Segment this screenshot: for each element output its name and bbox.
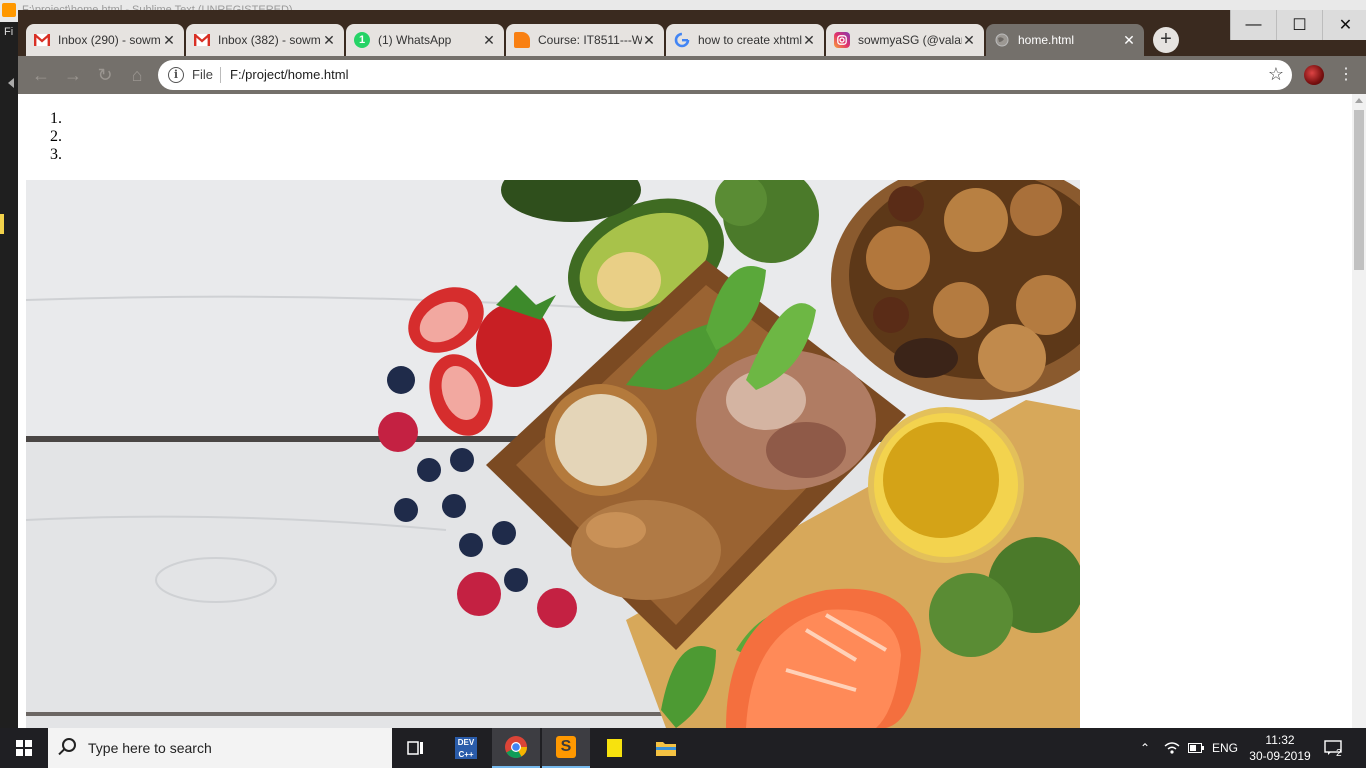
chrome-icon[interactable] [492,728,540,768]
tab-title: how to create xhtml [698,33,802,47]
tab-title: (1) WhatsApp [378,33,452,47]
reload-icon[interactable]: ↻ [94,64,116,86]
taskbar-search[interactable]: Type here to search [48,728,392,768]
bookmark-star-icon[interactable]: ☆ [1268,64,1284,85]
start-button[interactable] [0,728,48,768]
tab-close-icon[interactable]: ✕ [162,33,176,47]
address-bar[interactable]: i File F:/project/home.html ☆ [158,60,1292,90]
scheme-label: File [192,67,213,82]
collapse-arrow-icon[interactable] [8,78,14,88]
editor-marker [0,214,4,234]
tab-close-icon[interactable]: ✕ [482,33,496,47]
forward-icon[interactable]: → [62,64,84,86]
back-icon[interactable]: ← [30,64,52,86]
tab-gmail-2[interactable]: Inbox (382) - sowm ✕ [186,24,344,56]
task-view-icon[interactable] [392,728,440,768]
scroll-thumb[interactable] [1354,110,1364,270]
maximize-button[interactable]: ☐ [1276,10,1322,40]
tab-instagram[interactable]: sowmyaSG (@valar ✕ [826,24,984,56]
page-viewport: 1. 2. 3. [18,94,1352,728]
menu-kebab-icon[interactable]: ⋮ [1338,64,1354,84]
tab-gmail-1[interactable]: Inbox (290) - sowm ✕ [26,24,184,56]
tab-strip: Inbox (290) - sowm ✕ Inbox (382) - sowm … [18,10,1366,56]
food-image [26,180,1080,728]
tab-title: Course: IT8511---W [538,33,642,47]
notification-count: 2 [1336,747,1342,759]
list-item: 1. [50,110,62,127]
new-tab-button[interactable]: + [1153,27,1179,53]
show-hidden-icons-icon[interactable]: ⌃ [1140,728,1150,768]
file-explorer-icon[interactable] [642,728,690,768]
dev-cpp-icon[interactable]: DEV C++ [442,728,490,768]
wifi-icon[interactable] [1164,728,1180,768]
sublime-icon[interactable]: S [542,728,590,768]
windows-icon [16,740,32,756]
battery-icon[interactable] [1188,728,1204,768]
tab-title: Inbox (290) - sowm [58,33,161,47]
moodle-icon [514,32,530,48]
instagram-icon [834,32,850,48]
tab-course[interactable]: Course: IT8511---W ✕ [506,24,664,56]
tab-google[interactable]: how to create xhtml ✕ [666,24,824,56]
whatsapp-icon: 1 [354,32,370,48]
sublime-logo-icon [2,3,16,17]
vertical-scrollbar[interactable] [1352,94,1366,728]
clock[interactable]: 11:32 30-09-2019 [1244,732,1316,764]
tab-close-icon[interactable]: ✕ [1122,33,1136,47]
google-icon [674,32,690,48]
tab-close-icon[interactable]: ✕ [322,33,336,47]
minimize-button[interactable]: — [1230,10,1276,40]
tab-close-icon[interactable]: ✕ [962,33,976,47]
sticky-notes-icon[interactable] [592,728,640,768]
list-item: 2. [50,128,62,145]
editor-side-strip: Fi [0,22,18,728]
gmail-icon [194,32,210,48]
language-indicator[interactable]: ENG [1212,728,1238,768]
globe-icon [994,32,1010,48]
tab-home-html[interactable]: home.html ✕ [986,24,1144,56]
search-placeholder: Type here to search [88,740,212,756]
tab-title: Inbox (382) - sowm [218,33,321,47]
tab-title: sowmyaSG (@valar [858,33,962,47]
notification-center-icon[interactable]: 2 [1324,728,1342,768]
gmail-icon [34,32,50,48]
ordered-list: 1. 2. 3. [50,110,62,164]
list-item: 3. [50,146,62,163]
editor-menu-hint: Fi [4,26,14,38]
browser-toolbar: ← → ↻ ⌂ i File F:/project/home.html ☆ ⋮ [18,56,1366,94]
url-text[interactable]: F:/project/home.html [230,67,349,82]
browser-window: Inbox (290) - sowm ✕ Inbox (382) - sowm … [18,10,1366,94]
tab-close-icon[interactable]: ✕ [642,33,656,47]
profile-avatar[interactable] [1304,65,1324,85]
close-window-button[interactable]: ✕ [1322,10,1366,40]
divider [220,67,221,83]
tab-close-icon[interactable]: ✕ [802,33,816,47]
tab-title: home.html [1018,33,1075,47]
info-icon[interactable]: i [168,67,184,83]
clock-time: 11:32 [1265,733,1295,747]
clock-date: 30-09-2019 [1249,749,1311,763]
scroll-up-icon[interactable] [1355,98,1363,103]
search-icon [62,738,76,752]
taskbar: Type here to search DEV C++ S ⌃ ENG 11:32… [0,728,1366,768]
home-icon[interactable]: ⌂ [126,64,148,86]
tab-whatsapp[interactable]: 1 (1) WhatsApp ✕ [346,24,504,56]
